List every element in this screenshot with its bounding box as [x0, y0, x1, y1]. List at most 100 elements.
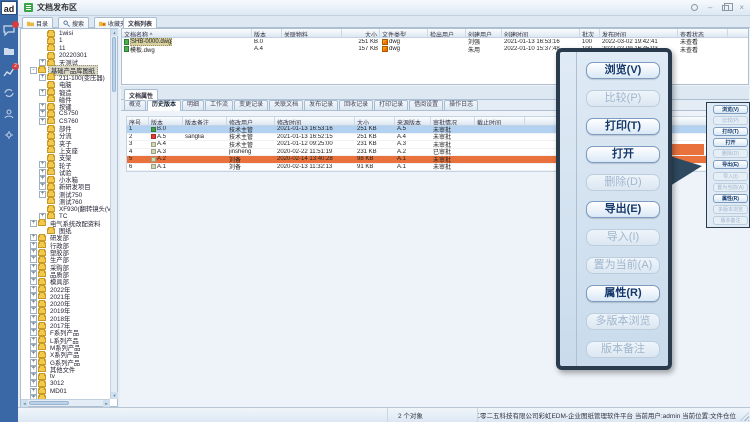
tree-item[interactable]: XF930(翻转镜头(V2.0 图纸	[21, 205, 110, 212]
scroll-thumb[interactable]	[112, 37, 116, 92]
menu-item-small-打印(T)[interactable]: 打印(T)	[713, 127, 748, 136]
tree-item[interactable]: +CS750	[21, 110, 110, 117]
tree-item[interactable]: +其他文件	[21, 366, 110, 373]
column-header[interactable]: 文件类型	[380, 29, 428, 37]
scroll-up-icon[interactable]: ▲	[111, 29, 118, 36]
pin-icon[interactable]	[691, 4, 698, 11]
column-header[interactable]: 发布时间	[600, 29, 678, 37]
expand-icon[interactable]: +	[39, 183, 46, 190]
expand-icon[interactable]: +	[30, 293, 37, 300]
tree-item[interactable]: +tv	[21, 373, 110, 380]
menu-item-small-打开[interactable]: 打开	[713, 138, 748, 147]
tab-doc-properties[interactable]: 文档属性	[124, 89, 158, 100]
expand-icon[interactable]: +	[30, 307, 37, 314]
nav-tab-1[interactable]: 目录	[22, 17, 53, 28]
expand-icon[interactable]: +	[30, 256, 37, 263]
column-header[interactable]: 截止时间	[475, 117, 525, 125]
column-header[interactable]: 来源版本	[395, 117, 431, 125]
expand-icon[interactable]: +	[30, 286, 37, 293]
close-icon[interactable]: ×	[739, 4, 744, 12]
properties-tab-工作流[interactable]: 工作流	[205, 100, 233, 110]
menu-item-small-属性(R)[interactable]: 属性(R)	[713, 194, 748, 203]
scroll-thumb[interactable]	[29, 401, 69, 405]
expand-icon[interactable]: +	[30, 300, 37, 307]
properties-tab-概览[interactable]: 概览	[124, 100, 146, 110]
expand-icon[interactable]: +	[30, 315, 37, 322]
expand-icon[interactable]: +	[30, 351, 37, 358]
tree-item[interactable]: +按键	[21, 103, 110, 110]
scroll-down-icon[interactable]: ▼	[111, 392, 118, 399]
menu-item-浏览(V)[interactable]: 浏览(V)	[586, 62, 660, 79]
expand-icon[interactable]: +	[39, 110, 46, 117]
collapse-icon[interactable]: -	[30, 67, 37, 74]
properties-tab-变更记录[interactable]: 变更记录	[234, 100, 268, 110]
user-icon[interactable]	[3, 108, 15, 120]
expand-icon[interactable]: +	[39, 103, 46, 110]
expand-icon[interactable]: +	[30, 388, 37, 395]
expand-icon[interactable]: +	[30, 366, 37, 373]
expand-icon[interactable]: +	[30, 249, 37, 256]
expand-icon[interactable]: +	[30, 264, 37, 271]
column-header[interactable]: 版本	[252, 29, 282, 37]
column-header[interactable]: 修改时间	[275, 117, 355, 125]
expand-icon[interactable]: +	[39, 191, 46, 198]
tree-item[interactable]: 11	[21, 45, 110, 52]
properties-tab-回收记录[interactable]: 回收记录	[339, 100, 373, 110]
menu-item-导出(E)[interactable]: 导出(E)	[586, 201, 660, 218]
column-header[interactable]: 查看状态	[678, 29, 728, 37]
expand-icon[interactable]: +	[39, 176, 46, 183]
properties-tab-打印记录[interactable]: 打印记录	[374, 100, 408, 110]
tree-vertical-scrollbar[interactable]: ▲ ▼	[110, 29, 117, 399]
column-header[interactable]: 关联物料	[282, 29, 342, 37]
expand-icon[interactable]: +	[30, 359, 37, 366]
properties-tab-明细[interactable]: 明细	[182, 100, 204, 110]
column-header[interactable]: 大小	[342, 29, 380, 37]
sync-icon[interactable]	[3, 87, 15, 99]
menu-item-打开[interactable]: 打开	[586, 146, 660, 163]
expand-icon[interactable]: +	[30, 322, 37, 329]
expand-icon[interactable]: +	[39, 161, 46, 168]
properties-tab-操作日志[interactable]: 操作日志	[444, 100, 478, 110]
nav-tab-2[interactable]: 搜索	[58, 17, 89, 28]
menu-item-small-浏览(V)[interactable]: 浏览(V)	[713, 105, 748, 114]
expand-icon[interactable]: +	[30, 220, 37, 227]
expand-icon[interactable]: +	[30, 380, 37, 387]
menu-item-small-导出(E)[interactable]: 导出(E)	[713, 160, 748, 169]
expand-icon[interactable]: +	[39, 89, 46, 96]
tree-item[interactable]: 1	[21, 37, 110, 44]
tree-horizontal-scrollbar[interactable]: ◄ ►	[21, 399, 110, 406]
column-header[interactable]: 创建用户	[466, 29, 502, 37]
tree-item[interactable]: 1wisi	[21, 30, 110, 37]
scroll-left-icon[interactable]: ◄	[21, 400, 28, 407]
chart-icon[interactable]: 2	[3, 66, 15, 78]
properties-tab-历史版本[interactable]: 历史版本	[147, 100, 181, 111]
expand-icon[interactable]: +	[30, 329, 37, 336]
column-header[interactable]: 大小	[355, 117, 395, 125]
column-header[interactable]: 版本备注	[183, 117, 227, 125]
restore-icon[interactable]	[722, 5, 729, 11]
expand-icon[interactable]: +	[30, 337, 37, 344]
app-logo[interactable]: ad	[1, 1, 17, 15]
expand-icon[interactable]: +	[39, 169, 46, 176]
column-header[interactable]: 检出用户	[428, 29, 466, 37]
expand-icon[interactable]: +	[39, 118, 46, 125]
expand-icon[interactable]: +	[30, 278, 37, 285]
scroll-right-icon[interactable]: ►	[103, 400, 110, 407]
gear-icon[interactable]	[3, 129, 15, 141]
properties-tab-发布记录[interactable]: 发布记录	[304, 100, 338, 110]
tree-item[interactable]: +3012	[21, 380, 110, 387]
column-header[interactable]: 序号	[127, 117, 149, 125]
tab-doc-list[interactable]: 文档列表	[123, 17, 157, 28]
tree-item[interactable]: +MD01	[21, 388, 110, 395]
expand-icon[interactable]: +	[30, 234, 37, 241]
properties-tab-关联文档[interactable]: 关联文档	[269, 100, 303, 110]
column-header[interactable]: 批次	[580, 29, 600, 37]
properties-tab-借阅设置[interactable]: 借阅设置	[409, 100, 443, 110]
expand-icon[interactable]: +	[39, 74, 46, 81]
column-header[interactable]: 文档名称 ^	[122, 29, 252, 37]
column-header[interactable]: 创建时间	[502, 29, 580, 37]
expand-icon[interactable]: +	[30, 344, 37, 351]
expand-icon[interactable]: +	[30, 373, 37, 380]
folder-icon[interactable]	[3, 45, 15, 57]
column-header[interactable]: 版本	[149, 117, 183, 125]
